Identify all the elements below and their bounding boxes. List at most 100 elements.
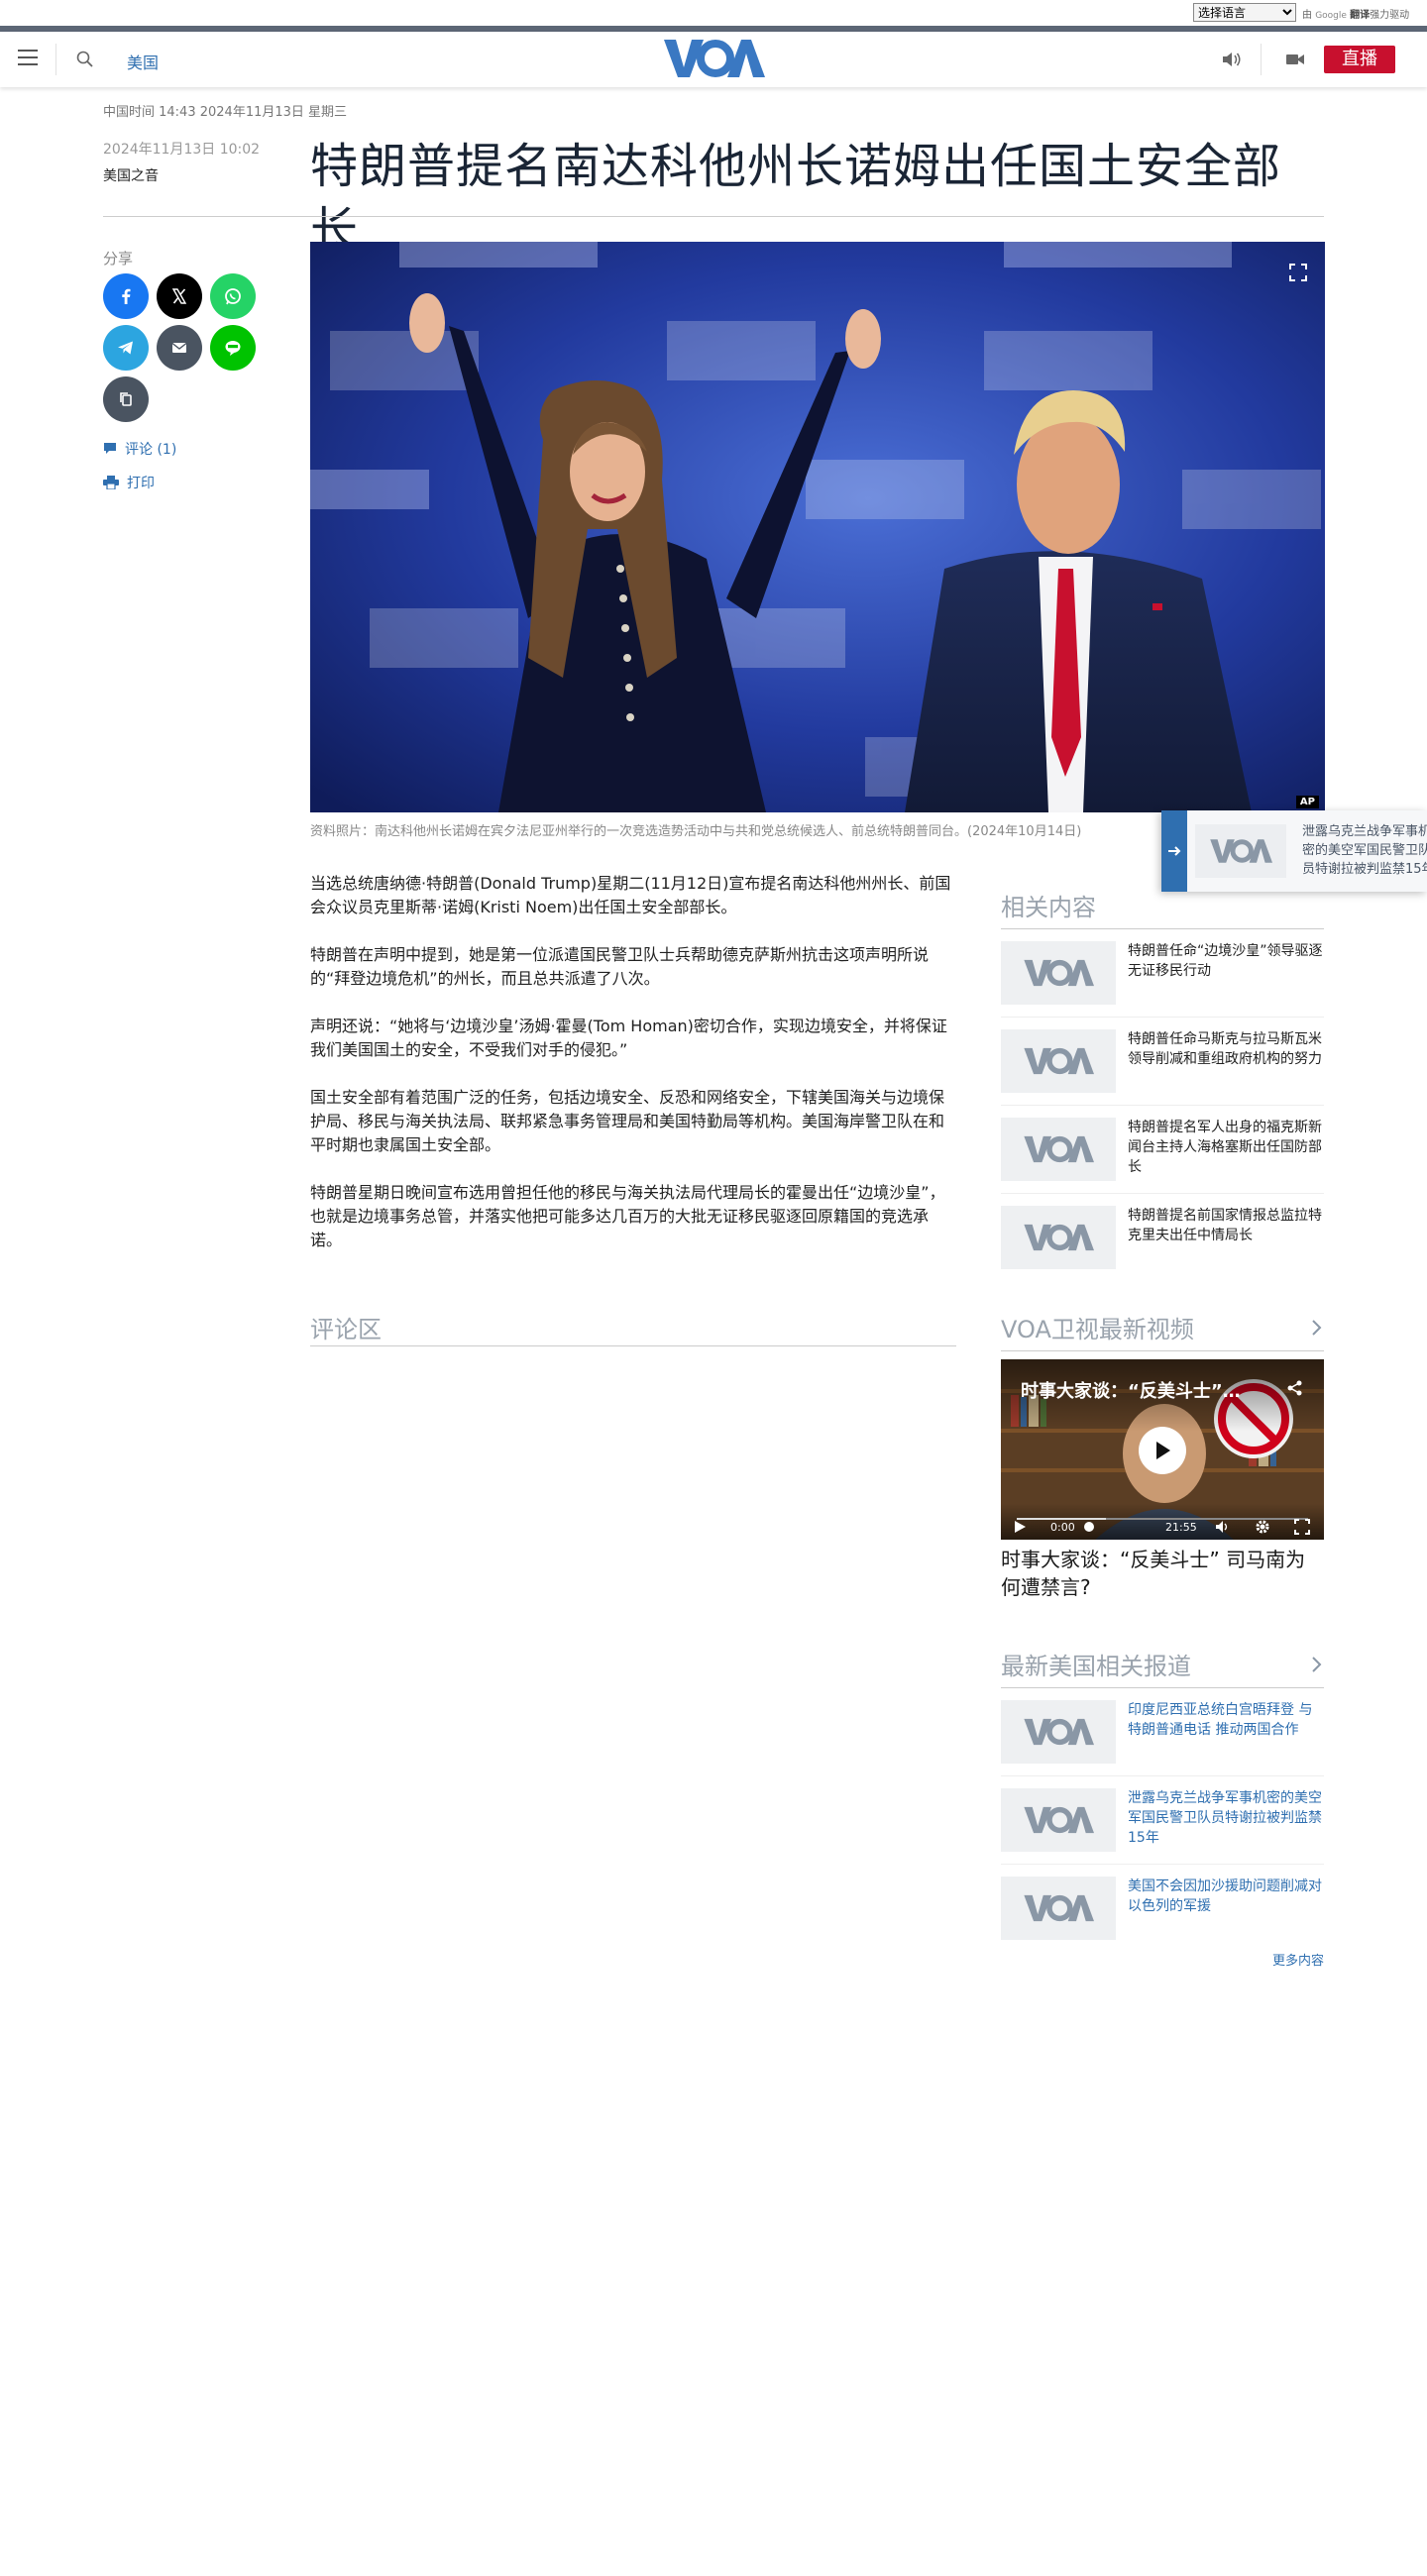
related-title-label: 相关内容 [1001,894,1096,921]
hero-photo [310,242,1325,812]
video-section-title[interactable]: VOA卫视最新视频 [1001,1310,1324,1351]
audio-icon[interactable] [1221,50,1243,69]
latest-thumbnail[interactable] [1001,1788,1116,1852]
share-icon[interactable] [1286,1379,1304,1397]
site-header: 美国 直播 [0,32,1427,87]
related-thumbnail[interactable] [1001,1206,1116,1269]
copy-link-button[interactable] [103,376,149,422]
latest-headline[interactable]: 美国不会因加沙援助问题削减对以色列的军援 [1128,1877,1324,1941]
print-link-label: 打印 [127,476,155,491]
line-icon [225,341,241,356]
related-headline[interactable]: 特朗普提名军人出身的福克斯新闻台主持人海格塞斯出任国防部长 [1128,1118,1324,1181]
volume-icon[interactable] [1215,1520,1231,1534]
latest-thumbnail[interactable] [1001,1877,1116,1940]
powered-prefix: 由 [1302,10,1312,21]
related-headline[interactable]: 特朗普任命“边境沙皇”领导驱逐无证移民行动 [1128,941,1324,1005]
section-link-usa[interactable]: 美国 [127,50,159,73]
video-camera-icon[interactable] [1284,50,1306,69]
video-duration: 21:55 [1165,1521,1197,1534]
voa-placeholder-logo [1024,1894,1094,1922]
x-icon [171,288,187,304]
translate-bar: 选择语言 由 Google 翻译强力驱动 [0,0,1427,26]
hero-image[interactable]: AP [310,242,1325,812]
video-progress-handle[interactable] [1084,1522,1094,1532]
video-overlay-title: 时事大家谈：“反美斗士”… [1021,1381,1241,1402]
powered-by-google: 由 Google 翻译强力驱动 [1302,6,1409,21]
article-paragraph: 国土安全部有着范围广泛的任务，包括边境安全、反恐和网络安全，下辖美国海关与边境保… [310,1088,945,1154]
share-label: 分享 [103,250,134,268]
facebook-share-button[interactable] [103,273,149,319]
live-button[interactable]: 直播 [1324,46,1395,73]
list-item[interactable]: 特朗普提名前国家情报总监拉特克里夫出任中情局长 [1001,1194,1324,1282]
latest-headline[interactable]: 泄露乌克兰战争军事机密的美空军国民警卫队员特谢拉被判监禁15年 [1128,1788,1324,1852]
video-player[interactable]: 时事大家谈：“反美斗士”… 0:00 21:55 [1001,1359,1324,1540]
article-paragraph: 特朗普星期日晚间宣布选用曾担任他的移民与海关执法局代理局长的霍曼出任“边境沙皇”… [310,1183,945,1249]
expand-icon[interactable] [1287,262,1309,283]
play-button[interactable] [1139,1427,1186,1474]
comments-link-label: 评论 (1) [125,442,177,458]
latest-headline[interactable]: 印度尼西亚总统白宫晤拜登 与特朗普通电话 推动两国合作 [1128,1700,1324,1764]
chevron-right-icon[interactable] [1310,1654,1324,1675]
related-thumbnail[interactable] [1001,1029,1116,1093]
video-title[interactable]: 时事大家谈：“反美斗士” 司马南为何遭禁言? [1001,1546,1324,1601]
comments-divider [310,1345,956,1346]
voa-placeholder-logo [1024,1718,1094,1746]
list-item[interactable]: 印度尼西亚总统白宫晤拜登 与特朗普通电话 推动两国合作 [1001,1688,1324,1776]
language-select[interactable]: 选择语言 [1193,3,1296,22]
voa-logo[interactable] [662,38,765,79]
header-divider [55,44,56,75]
fullscreen-icon[interactable] [1294,1519,1310,1535]
list-item[interactable]: 特朗普任命“边境沙皇”领导驱逐无证移民行动 [1001,929,1324,1018]
search-icon[interactable] [75,50,95,69]
article-paragraph: 声明还说：“她将与‘边境沙皇’汤姆·霍曼(Tom Homan)密切合作，实现边境… [310,1017,947,1059]
dateline: 中国时间 14:43 2024年11月13日 星期三 [103,105,348,120]
latest-title[interactable]: 最新美国相关报道 [1001,1647,1324,1688]
settings-gear-icon[interactable] [1255,1519,1270,1535]
google-brand: Google [1315,11,1347,21]
article-paragraph: 当选总统唐纳德·特朗普(Donald Trump)星期二(11月12日)宣布提名… [310,874,951,916]
play-small-icon[interactable] [1013,1520,1027,1534]
related-thumbnail[interactable] [1001,941,1116,1005]
voa-placeholder-logo [1210,839,1272,863]
list-item[interactable]: 泄露乌克兰战争军事机密的美空军国民警卫队员特谢拉被判监禁15年 [1001,1776,1324,1865]
x-share-button[interactable] [157,273,202,319]
comment-icon [104,443,116,454]
powered-suffix: 强力驱动 [1370,10,1410,21]
list-item[interactable]: 特朗普提名军人出身的福克斯新闻台主持人海格塞斯出任国防部长 [1001,1106,1324,1194]
list-item[interactable]: 美国不会因加沙援助问题削减对以色列的军援 [1001,1865,1324,1953]
copy-icon [120,392,132,406]
whatsapp-icon [225,288,241,305]
next-arrow-icon[interactable] [1161,810,1187,892]
print-link[interactable]: 打印 [103,473,155,492]
telegram-icon [118,341,133,355]
translate-action: 翻译 [1350,10,1371,21]
email-share-button[interactable] [157,325,202,371]
more-content-link[interactable]: 更多内容 [1272,1950,1324,1969]
related-title: 相关内容 [1001,888,1324,929]
related-headline[interactable]: 特朗普提名前国家情报总监拉特克里夫出任中情局长 [1128,1206,1324,1270]
comments-section-title: 评论区 [310,1316,382,1343]
header-divider [1261,44,1262,75]
next-article-title: 泄露乌克兰战争军事机密的美空军国民警卫队员特谢拉被判监禁15年 [1302,824,1427,877]
author: 美国之音 [103,168,159,184]
next-article-card[interactable]: 泄露乌克兰战争军事机密的美空军国民警卫队员特谢拉被判监禁15年 [1161,810,1427,892]
whatsapp-share-button[interactable] [210,273,256,319]
voa-placeholder-logo [1024,1047,1094,1075]
video-current-time: 0:00 [1050,1521,1075,1534]
chevron-right-icon[interactable] [1310,1317,1324,1339]
related-headline[interactable]: 特朗普任命马斯克与拉马斯瓦米领导削减和重组政府机构的努力 [1128,1029,1324,1093]
article-body: 当选总统唐纳德·特朗普(Donald Trump)星期二(11月12日)宣布提名… [310,872,956,1276]
list-item[interactable]: 特朗普任命马斯克与拉马斯瓦米领导削减和重组政府机构的努力 [1001,1018,1324,1106]
latest-thumbnail[interactable] [1001,1700,1116,1764]
facebook-icon [122,288,131,304]
video-section-title-label: VOA卫视最新视频 [1001,1316,1194,1343]
telegram-share-button[interactable] [103,325,149,371]
comments-link[interactable]: 评论 (1) [103,439,176,459]
menu-icon[interactable] [18,50,38,65]
latest-usa-reports: 最新美国相关报道 印度尼西亚总统白宫晤拜登 与特朗普通电话 推动两国合作 泄露乌… [1001,1647,1324,1953]
line-share-button[interactable] [210,325,256,371]
next-article-thumbnail [1195,824,1286,878]
published-date: 2024年11月13日 10:02 [103,142,261,158]
related-content: 相关内容 特朗普任命“边境沙皇”领导驱逐无证移民行动 特朗普任命马斯克与拉马斯瓦… [1001,888,1324,1282]
related-thumbnail[interactable] [1001,1118,1116,1181]
